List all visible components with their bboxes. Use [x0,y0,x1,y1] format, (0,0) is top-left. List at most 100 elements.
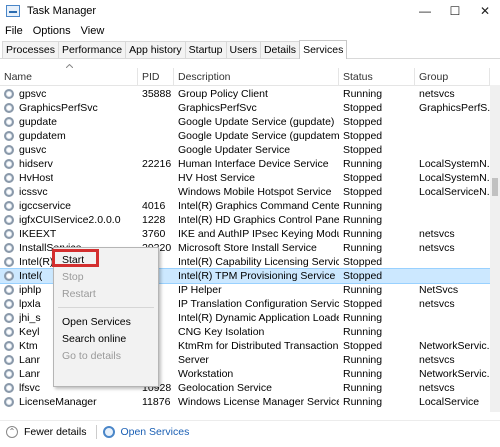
services-icon[interactable] [103,425,116,438]
service-group: netsvcs [419,354,455,366]
service-group: LocalService [419,396,480,408]
service-description: CNG Key Isolation [178,326,265,338]
tab-users[interactable]: Users [225,41,261,58]
service-pid: 1228 [142,214,166,226]
context-menu-restart[interactable]: Restart [62,286,96,302]
tab-services[interactable]: Services [299,40,348,59]
close-button[interactable]: ✕ [470,0,500,22]
service-row[interactable]: gupdate Google Update Service (gupdate) St… [0,115,490,129]
service-description: Server [178,354,209,366]
service-group: netsvcs [419,382,455,394]
service-name: HvHost [19,172,54,184]
service-name-cell: gupdate [0,115,138,129]
service-gear-icon [4,271,14,281]
service-group: GraphicsPerfS... [419,102,490,114]
service-status: Running [343,382,383,394]
service-name-cell: GraphicsPerfSvc [0,101,138,115]
open-services-link[interactable]: Open Services [120,426,189,438]
service-row[interactable]: gpsvc 35888 Group Policy Client Running nets… [0,87,490,101]
service-name-cell: igfxCUIService2.0.0.0 [0,213,138,227]
service-row[interactable]: IKEEXT 3760 IKE and AuthIP IPsec Keying Mo… [0,227,490,241]
service-row[interactable]: gupdatem Google Update Service (gupdatem)… [0,129,490,143]
service-group: NetworkServic... [419,368,490,380]
column-header-group[interactable]: Group [415,68,490,85]
service-pid: 22216 [142,158,172,170]
tab-startup[interactable]: Startup [184,41,227,58]
menu-options[interactable]: Options [28,25,76,37]
service-name-cell: gpsvc [0,87,138,101]
service-row[interactable]: LicenseManager 11876 Windows License Manag… [0,395,490,409]
service-gear-icon [4,257,14,267]
service-gear-icon [4,173,14,183]
service-name: Lanr [19,368,41,380]
minimize-button[interactable]: — [410,0,440,22]
service-description: Workstation [178,368,234,380]
tab-strip: Processes Performance App history Startu… [0,40,500,59]
service-description: Intel(R) Graphics Command Center ... [178,200,339,212]
column-header-description[interactable]: Description [174,68,339,85]
service-status: Running [343,284,383,296]
window-title: Task Manager [27,5,97,17]
context-menu-search-online[interactable]: Search online [62,331,126,347]
column-header-name[interactable]: Name [0,68,138,85]
service-status: Running [343,354,383,366]
service-row[interactable]: gusvc Google Updater Service Stopped [0,143,490,157]
service-name: jhi_s [19,312,41,324]
service-status: Running [343,200,383,212]
tab-processes[interactable]: Processes [2,41,60,58]
maximize-button[interactable]: ☐ [440,0,470,22]
service-name: Intel( [19,270,43,282]
service-gear-icon [4,355,14,365]
service-description: Intel(R) HD Graphics Control Panel S... [178,214,339,226]
service-gear-icon [4,187,14,197]
service-gear-icon [4,145,14,155]
service-description: HV Host Service [178,172,256,184]
service-gear-icon [4,243,14,253]
service-description: Intel(R) TPM Provisioning Service [178,270,336,282]
column-header-pid[interactable]: PID [138,68,174,85]
service-row[interactable]: icssvc Windows Mobile Hotspot Service Stop… [0,185,490,199]
service-description: KtmRm for Distributed Transaction C... [178,340,339,352]
column-header-status[interactable]: Status [339,68,415,85]
service-gear-icon [4,383,14,393]
service-status: Stopped [343,186,383,198]
service-row[interactable]: hidserv 22216 Human Interface Device Servi… [0,157,490,171]
service-gear-icon [4,159,14,169]
context-menu-stop[interactable]: Stop [62,269,84,285]
tab-details[interactable]: Details [259,41,301,58]
service-status: Stopped [343,172,383,184]
service-name: IKEEXT [19,228,57,240]
service-gear-icon [4,299,14,309]
service-status: Running [343,228,383,240]
service-row[interactable]: igfxCUIService2.0.0.0 1228 Intel(R) HD Gra… [0,213,490,227]
tab-performance[interactable]: Performance [58,41,127,58]
service-status: Running [343,312,383,324]
vertical-scrollbar[interactable] [490,85,500,412]
fewer-details-link[interactable]: Fewer details [24,426,86,438]
context-menu-go-to-details[interactable]: Go to details [62,348,121,364]
footer-divider [96,424,98,439]
menu-file[interactable]: File [0,25,28,37]
context-menu-open-services[interactable]: Open Services [62,314,131,330]
service-name: Ktm [19,340,38,352]
service-gear-icon [4,341,14,351]
chevron-up-icon[interactable]: ⌃ [6,425,18,438]
service-pid: 4016 [142,200,166,212]
service-name-cell: igccservice [0,199,138,213]
service-name-cell: hidserv [0,157,138,171]
service-status: Running [343,326,383,338]
service-description: Google Update Service (gupdate) [178,116,335,128]
tab-app-history[interactable]: App history [125,41,186,58]
service-name: gusvc [19,144,47,156]
service-row[interactable]: HvHost HV Host Service Stopped LocalSystemN… [0,171,490,185]
service-name: gupdate [19,116,57,128]
service-name-cell: IKEEXT [0,227,138,241]
service-name: Keyl [19,326,40,338]
scrollbar-thumb[interactable] [492,178,498,196]
service-description: GraphicsPerfSvc [178,102,257,114]
service-gear-icon [4,117,14,127]
service-row[interactable]: GraphicsPerfSvc GraphicsPerfSvc Stopped Gra… [0,101,490,115]
menu-view[interactable]: View [76,25,110,37]
service-row[interactable]: igccservice 4016 Intel(R) Graphics Command… [0,199,490,213]
service-group: LocalSystemN... [419,158,490,170]
